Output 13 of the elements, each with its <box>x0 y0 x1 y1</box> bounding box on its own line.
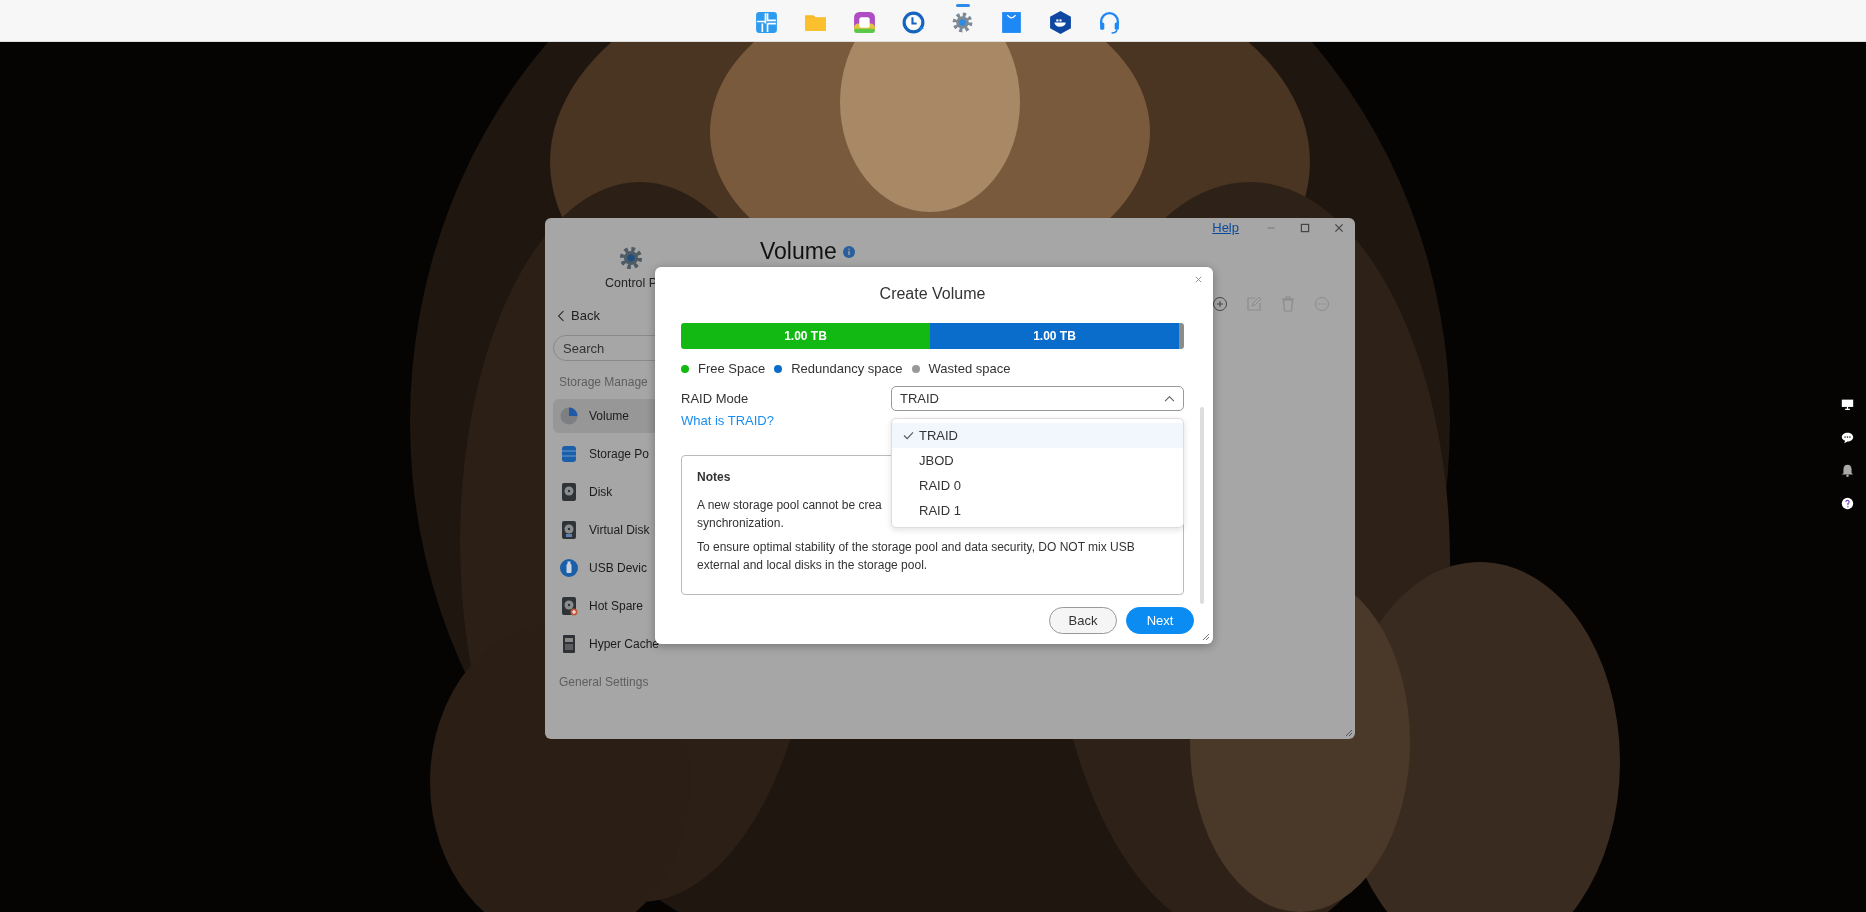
page-title: Volume <box>760 238 837 265</box>
dialog-title: Create Volume <box>878 284 987 303</box>
capacity-segment: 1.00 TB <box>681 323 930 349</box>
legend-label: Redundancy space <box>791 361 903 376</box>
section-heading: Storage Manage <box>559 375 648 389</box>
capacity-segment: 1.00 TB <box>930 323 1179 349</box>
legend-label: Wasted space <box>928 361 1011 376</box>
note-text: To ensure optimal stability of the storage pool and data security, DO NOT mix USB external and local disks in the storage pool. <box>697 539 1136 574</box>
notes-title: Notes <box>697 470 732 484</box>
legend-label: Free Space <box>698 361 766 376</box>
note-text: A new storage pool cannot be crea synchronization. <box>697 497 882 532</box>
section-heading: General Settings <box>559 675 649 689</box>
field-label: RAID Mode <box>681 391 749 406</box>
